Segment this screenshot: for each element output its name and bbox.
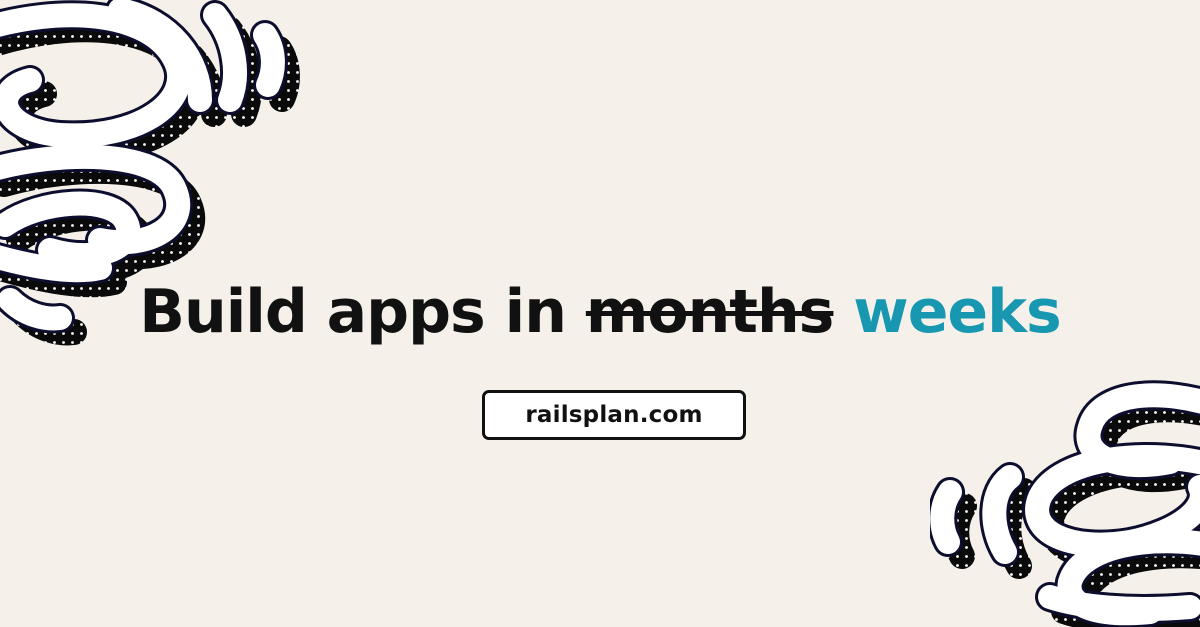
headline-prefix: Build apps in bbox=[139, 277, 567, 347]
headline: Build apps in months weeks bbox=[0, 272, 1200, 352]
headline-accent-word: weeks bbox=[853, 277, 1061, 347]
website-link-button[interactable]: railsplan.com bbox=[482, 390, 746, 440]
spiral-ribbon-bottom-right bbox=[930, 380, 1200, 627]
website-link-label: railsplan.com bbox=[525, 402, 703, 428]
headline-struck-word: months bbox=[585, 277, 835, 347]
